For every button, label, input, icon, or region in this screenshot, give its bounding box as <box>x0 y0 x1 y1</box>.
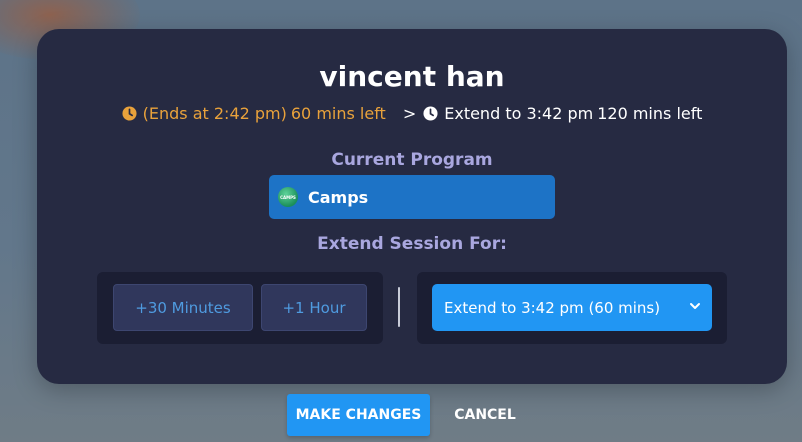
cancel-button[interactable]: CANCEL <box>445 394 525 436</box>
extend-session-label: Extend Session For: <box>317 234 507 254</box>
extend-to-text: Extend to 3:42 pm <box>444 104 594 123</box>
client-name: vincent han <box>319 60 505 93</box>
extend-session-modal: vincent han (Ends at 2:42 pm) 60 mins le… <box>37 29 787 384</box>
quick-extend-options: +30 Minutes +1 Hour <box>97 272 383 344</box>
ends-at-text: (Ends at 2:42 pm) <box>142 104 287 123</box>
add-1-hour-button[interactable]: +1 Hour <box>261 284 367 331</box>
divider <box>398 287 400 327</box>
add-30-minutes-button[interactable]: +30 Minutes <box>113 284 253 331</box>
session-time-row: (Ends at 2:42 pm) 60 mins left > Extend … <box>37 104 787 123</box>
chevron-down-icon <box>690 303 700 309</box>
extended-end-info: Extend to 3:42 pm 120 mins left <box>423 104 702 123</box>
extended-mins-left-text: 120 mins left <box>597 104 703 123</box>
clock-icon <box>122 106 137 121</box>
current-program-badge: CAMPS Camps <box>269 175 555 219</box>
clock-icon <box>423 106 438 121</box>
arrow-separator: > <box>402 104 417 123</box>
session-end-info: (Ends at 2:42 pm) 60 mins left <box>122 104 386 123</box>
program-name: Camps <box>308 187 369 207</box>
make-changes-button[interactable]: MAKE CHANGES <box>287 394 430 436</box>
extend-select-value: Extend to 3:42 pm (60 mins) <box>444 298 661 317</box>
current-program-label: Current Program <box>331 150 493 170</box>
mins-left-text: 60 mins left <box>290 104 386 123</box>
extend-duration-select[interactable]: Extend to 3:42 pm (60 mins) <box>432 284 712 331</box>
camps-logo-icon: CAMPS <box>278 187 298 207</box>
extend-select-panel: Extend to 3:42 pm (60 mins) <box>417 272 727 344</box>
